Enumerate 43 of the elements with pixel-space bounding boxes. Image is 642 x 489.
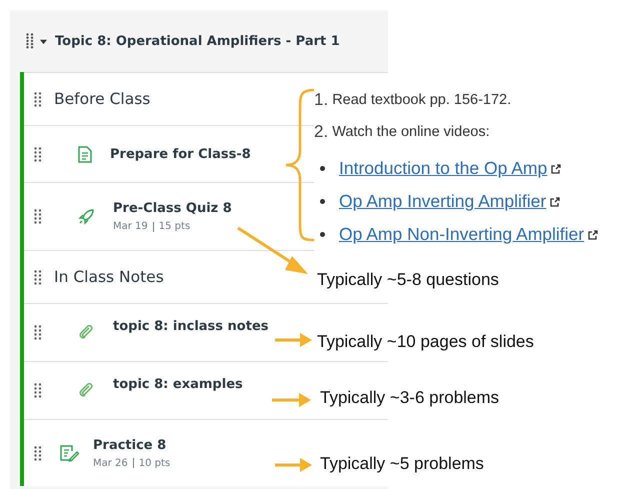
item-title[interactable]: Pre-Class Quiz 8 [113,201,232,216]
caret-icon[interactable] [40,38,47,44]
drag-handle-icon[interactable] [26,33,34,49]
rocket-icon [78,208,95,225]
annotation-arrow [275,458,312,472]
video-link[interactable]: Op Amp Non-Inverting Amplifier [339,224,584,245]
external-link-icon[interactable] [588,230,598,240]
video-link[interactable]: Op Amp Inverting Amplifier [339,191,546,212]
assignment-icon [60,444,79,462]
module-title[interactable]: Topic 8: Operational Amplifiers - Part 1 [55,34,340,48]
drag-handle-icon[interactable] [34,325,42,340]
item-title[interactable]: topic 8: inclass notes [113,319,269,334]
step-number: 1. [314,90,328,110]
annotation-arrow [272,393,311,407]
step-number: 2. [314,122,328,142]
points: 10 pts [138,458,170,468]
drag-handle-icon[interactable] [34,383,42,398]
bullet-icon [320,232,325,237]
step-text: Watch the online videos: [332,124,490,140]
bullet-icon [320,166,325,171]
annotation-arrow [237,226,308,274]
drag-handle-icon[interactable] [34,270,42,284]
external-link-icon[interactable] [551,164,562,174]
video-link[interactable]: Introduction to the Op Amp [339,158,548,179]
paperclip-icon [78,324,95,341]
drag-handle-icon[interactable] [34,446,42,460]
document-icon [78,146,92,162]
section-title: Before Class [54,90,150,108]
external-link-icon[interactable] [550,196,560,206]
bullet-icon [320,199,325,204]
drag-handle-icon[interactable] [34,209,42,224]
points: 15 pts [158,221,190,232]
drag-handle-icon[interactable] [34,146,42,162]
annotation-arrow [275,333,312,347]
drag-handle-icon[interactable] [34,92,42,106]
due-date: Mar 26 [93,458,128,468]
step-text: Read textbook pp. 156-172. [332,92,512,108]
item-title[interactable]: topic 8: examples [113,377,243,392]
due-date: Mar 19 [113,221,148,232]
item-title[interactable]: Practice 8 [93,438,170,452]
item-title[interactable]: Prepare for Class-8 [110,146,251,162]
section-title: In Class Notes [54,268,164,286]
paperclip-icon [78,382,95,399]
